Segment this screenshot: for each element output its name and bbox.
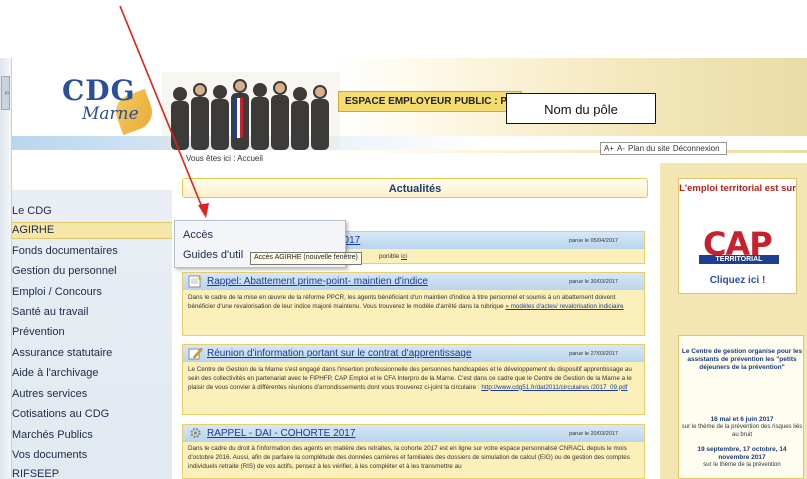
news-header: RAPPEL - DAI - COHORTE 2017 parue le 20/… [183, 425, 644, 442]
cap-territorial-card[interactable]: L'emploi territorial est sur CAP TERRITO… [678, 178, 797, 294]
news-date: parue le 05/04/2017 [569, 238, 618, 244]
news-body-text: ponible [379, 253, 400, 260]
site-map-link[interactable]: Plan du site [628, 144, 670, 153]
news-body: Dans le cadre de la mise en œuvre de la … [188, 294, 640, 312]
news-title-link[interactable]: Rappel: Abattement prime-point- maintien… [207, 276, 428, 287]
sidebar-item-assurance-statutaire[interactable]: Assurance statutaire [12, 347, 112, 359]
news-date: parue le 20/03/2017 [569, 431, 618, 437]
card-title: Le Centre de gestion organise pour les a… [681, 348, 803, 371]
sidebar-item-le-cdg[interactable]: Le CDG [12, 205, 52, 217]
event-subtitle: sur le thème de la prévention des risque… [681, 424, 803, 438]
font-decrease-link[interactable]: A- [617, 144, 625, 153]
actualites-title: Actualités [182, 178, 648, 198]
gear-icon [190, 427, 201, 439]
header-people-image [162, 72, 340, 150]
left-scroll-strip: ≡ [0, 58, 12, 479]
news-header: Rappel: Abattement prime-point- maintien… [183, 273, 644, 290]
news-date: parue le 27/03/2017 [569, 351, 618, 357]
event-date: 19 septembre, 17 octobre, 14 novembre 20… [697, 446, 787, 461]
espace-employeur-label: ESPACE EMPLOYEUR PUBLIC : Pôle [338, 91, 522, 112]
logo-main-text: CDG [62, 74, 136, 107]
logout-link[interactable]: Déconnexion [673, 144, 720, 153]
event-date: 16 mai et 6 juin 2017 [710, 416, 774, 423]
cap-territorial-logo: CAP TERRITORIAL [695, 223, 781, 267]
sidebar-item-vos-documents[interactable]: Vos documents [12, 449, 87, 461]
sidebar-item-aide-archivage[interactable]: Aide à l'archivage [12, 367, 99, 379]
nom-du-pole-box: Nom du pôle [506, 93, 656, 124]
sidebar-item-gestion-personnel[interactable]: Gestion du personnel [12, 265, 117, 277]
news-title-link[interactable]: RAPPEL - DAI - COHORTE 2017 [207, 428, 355, 439]
news-date: parue le 30/03/2017 [569, 279, 618, 285]
toolbar-links: A+ A- Plan du site Déconnexion [600, 142, 727, 155]
news-body: Le Centre de Gestion de la Marne s'est e… [188, 366, 640, 392]
sidebar-item-agirhe[interactable]: AGIRHE [12, 224, 54, 236]
news-header: Réunion d'information portant sur le con… [183, 345, 644, 362]
news-body-link[interactable]: http://www.cdg51.fr/dat2011/circulaires … [481, 384, 627, 391]
sidebar-item-sante-travail[interactable]: Santé au travail [12, 306, 88, 318]
event-subtitle: sur le thème de la prévention [703, 462, 781, 468]
news-item: Réunion d'information portant sur le con… [182, 344, 645, 415]
sidebar-item-cotisations[interactable]: Cotisations au CDG [12, 408, 109, 420]
strip-handle[interactable]: ≡ [1, 76, 10, 110]
news-body-link[interactable]: ici [401, 253, 407, 260]
sidebar-item-marches-publics[interactable]: Marchés Publics [12, 429, 93, 441]
cdg-logo[interactable]: CDG Marne [52, 72, 158, 136]
logo-sub-text: Marne [82, 104, 139, 124]
prevention-card: Le Centre de gestion organise pour les a… [678, 335, 804, 479]
card-title: L'emploi territorial est sur [679, 183, 796, 194]
dropdown-item-guides[interactable]: Guides d'util [183, 249, 243, 261]
sidebar-item-prevention[interactable]: Prévention [12, 326, 65, 338]
news-title-link[interactable]: Réunion d'information portant sur le con… [207, 348, 472, 359]
news-item: Rappel: Abattement prime-point- maintien… [182, 272, 645, 336]
news-body-link[interactable]: « modèles d'actes/ revalorisation indici… [505, 303, 623, 310]
sidebar-item-rifseep[interactable]: RIFSEEP [12, 468, 59, 479]
breadcrumb: Vous êtes ici : Accueil [186, 154, 263, 163]
cliquez-ici-link[interactable]: Cliquez ici ! [679, 275, 796, 286]
news-body: Dans le cadre du droit à l'information d… [188, 445, 630, 470]
tooltip: Accès AGIRHE (nouvelle fenêtre) [250, 252, 362, 265]
sidebar-item-emploi-concours[interactable]: Emploi / Concours [12, 286, 102, 298]
font-increase-link[interactable]: A+ [604, 144, 614, 153]
news-item: RAPPEL - DAI - COHORTE 2017 parue le 20/… [182, 424, 645, 479]
pencil-icon [188, 347, 203, 360]
sidebar-item-fonds-documentaires[interactable]: Fonds documentaires [12, 245, 118, 257]
cap-logo-band: TERRITORIAL [699, 255, 779, 264]
dropdown-item-acces[interactable]: Accès [183, 229, 213, 241]
sidebar-item-autres-services[interactable]: Autres services [12, 388, 87, 400]
document-icon [188, 275, 202, 288]
